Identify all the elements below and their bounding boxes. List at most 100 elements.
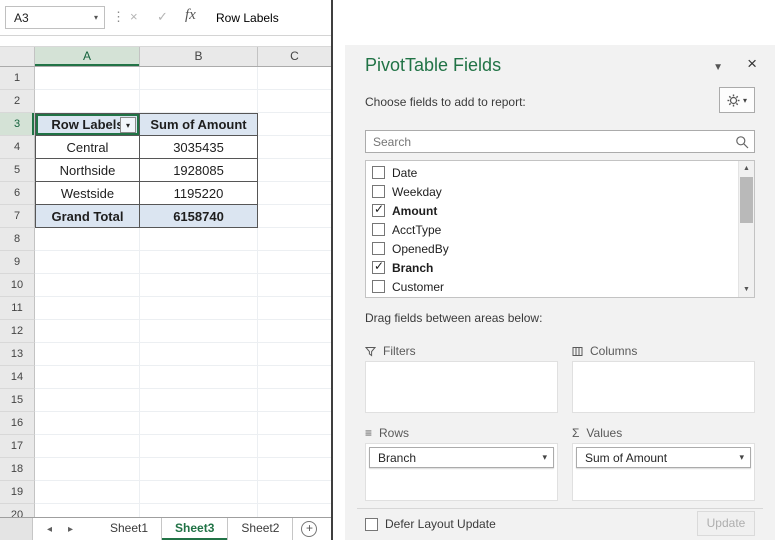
cell[interactable] bbox=[258, 458, 331, 481]
checkbox[interactable] bbox=[372, 223, 385, 236]
cell[interactable] bbox=[140, 435, 258, 458]
checkbox[interactable] bbox=[372, 185, 385, 198]
cell[interactable] bbox=[35, 251, 140, 274]
cell[interactable] bbox=[35, 481, 140, 504]
cell[interactable] bbox=[258, 90, 331, 113]
formula-bar-content[interactable]: Row Labels bbox=[216, 11, 279, 25]
row-header[interactable]: 1 bbox=[0, 67, 35, 90]
pivot-value-header-cell[interactable]: Sum of Amount bbox=[140, 113, 258, 136]
cell[interactable] bbox=[258, 343, 331, 366]
cell[interactable] bbox=[140, 67, 258, 90]
row-header[interactable]: 11 bbox=[0, 297, 35, 320]
cell[interactable] bbox=[140, 320, 258, 343]
cell[interactable] bbox=[258, 504, 331, 517]
chevron-down-icon[interactable]: ▾ bbox=[739, 452, 744, 463]
insert-function-icon[interactable]: fx bbox=[185, 7, 196, 24]
cell[interactable] bbox=[35, 90, 140, 113]
cell[interactable] bbox=[35, 458, 140, 481]
new-sheet-button[interactable]: + bbox=[301, 521, 318, 537]
tools-button[interactable]: ▾ bbox=[719, 87, 755, 113]
row-header[interactable]: 5 bbox=[0, 159, 35, 182]
cell[interactable] bbox=[140, 481, 258, 504]
cell[interactable] bbox=[35, 412, 140, 435]
row-header[interactable]: 8 bbox=[0, 228, 35, 251]
close-icon[interactable]: × bbox=[747, 54, 757, 74]
field-item-branch[interactable]: ✓ Branch bbox=[366, 258, 737, 277]
cell[interactable] bbox=[35, 504, 140, 517]
row-header[interactable]: 19 bbox=[0, 481, 35, 504]
search-input[interactable] bbox=[366, 131, 754, 152]
enter-icon[interactable]: ✓ bbox=[157, 9, 168, 25]
cell[interactable] bbox=[35, 67, 140, 90]
checkbox-checked[interactable]: ✓ bbox=[372, 259, 385, 274]
field-item-accttype[interactable]: AcctType bbox=[366, 220, 737, 239]
cell[interactable] bbox=[140, 389, 258, 412]
cell[interactable] bbox=[258, 182, 331, 205]
column-header-b[interactable]: B bbox=[140, 47, 258, 66]
update-button[interactable]: Update bbox=[697, 511, 755, 536]
field-item-openedby[interactable]: OpenedBy bbox=[366, 239, 737, 258]
cell[interactable] bbox=[140, 274, 258, 297]
cell[interactable] bbox=[258, 67, 331, 90]
cell[interactable] bbox=[35, 343, 140, 366]
previous-sheet-icon[interactable]: ◂ bbox=[47, 524, 52, 535]
row-header[interactable]: 17 bbox=[0, 435, 35, 458]
checkbox[interactable] bbox=[372, 166, 385, 179]
pivot-value-cell[interactable]: 1928085 bbox=[140, 159, 258, 182]
chevron-down-icon[interactable]: ▾ bbox=[542, 452, 547, 463]
cell[interactable] bbox=[140, 297, 258, 320]
cell[interactable] bbox=[140, 458, 258, 481]
select-all-corner[interactable] bbox=[0, 47, 35, 66]
scroll-up-icon[interactable]: ▲ bbox=[739, 161, 754, 176]
pivot-row-label-cell[interactable]: Westside bbox=[35, 182, 140, 205]
row-header[interactable]: 7 bbox=[0, 205, 35, 228]
sheet-tab-sheet2[interactable]: Sheet2 bbox=[228, 518, 294, 540]
field-item-weekday[interactable]: Weekday bbox=[366, 182, 737, 201]
defer-checkbox[interactable] bbox=[365, 517, 378, 531]
pivot-row-labels-header-cell[interactable]: Row Labels ▾ bbox=[35, 113, 140, 136]
scroll-down-icon[interactable]: ▼ bbox=[739, 282, 754, 297]
cell[interactable] bbox=[35, 297, 140, 320]
cell[interactable] bbox=[258, 205, 331, 228]
row-header[interactable]: 4 bbox=[0, 136, 35, 159]
cell[interactable] bbox=[258, 136, 331, 159]
row-header[interactable]: 6 bbox=[0, 182, 35, 205]
pivot-row-label-cell[interactable]: Northside bbox=[35, 159, 140, 182]
pivot-value-cell[interactable]: 3035435 bbox=[140, 136, 258, 159]
row-header[interactable]: 14 bbox=[0, 366, 35, 389]
cell[interactable] bbox=[140, 366, 258, 389]
scrollbar-thumb[interactable] bbox=[740, 177, 753, 223]
cell[interactable] bbox=[35, 320, 140, 343]
checkbox[interactable] bbox=[372, 242, 385, 255]
sheet-tab-sheet1[interactable]: Sheet1 bbox=[97, 518, 163, 540]
rows-field-branch[interactable]: Branch ▾ bbox=[369, 447, 554, 468]
sheet-tab-sheet3[interactable]: Sheet3 bbox=[162, 518, 229, 540]
pivot-grand-total-label-cell[interactable]: Grand Total bbox=[35, 205, 140, 228]
cell[interactable] bbox=[258, 389, 331, 412]
row-header[interactable]: 18 bbox=[0, 458, 35, 481]
pivot-value-cell[interactable]: 1195220 bbox=[140, 182, 258, 205]
row-header[interactable]: 2 bbox=[0, 90, 35, 113]
pivot-row-label-cell[interactable]: Central bbox=[35, 136, 140, 159]
cell[interactable] bbox=[35, 228, 140, 251]
pane-options-icon[interactable]: ▼ bbox=[713, 62, 723, 73]
cell[interactable] bbox=[140, 412, 258, 435]
name-box[interactable]: A3 ▾ bbox=[5, 6, 105, 29]
cell[interactable] bbox=[258, 412, 331, 435]
cell[interactable] bbox=[258, 274, 331, 297]
row-header[interactable]: 3 bbox=[0, 113, 35, 136]
cell[interactable] bbox=[258, 320, 331, 343]
cell[interactable] bbox=[35, 274, 140, 297]
cell[interactable] bbox=[35, 366, 140, 389]
checkbox[interactable] bbox=[372, 280, 385, 293]
cell[interactable] bbox=[258, 297, 331, 320]
pivot-filter-dropdown-button[interactable]: ▾ bbox=[120, 117, 136, 133]
field-item-customer[interactable]: Customer bbox=[366, 277, 737, 296]
next-sheet-icon[interactable]: ▸ bbox=[68, 524, 73, 535]
values-field-sum-of-amount[interactable]: Sum of Amount ▾ bbox=[576, 447, 751, 468]
row-header[interactable]: 12 bbox=[0, 320, 35, 343]
row-header[interactable]: 9 bbox=[0, 251, 35, 274]
cell[interactable] bbox=[258, 228, 331, 251]
row-header[interactable]: 13 bbox=[0, 343, 35, 366]
columns-drop-area[interactable] bbox=[572, 361, 755, 413]
